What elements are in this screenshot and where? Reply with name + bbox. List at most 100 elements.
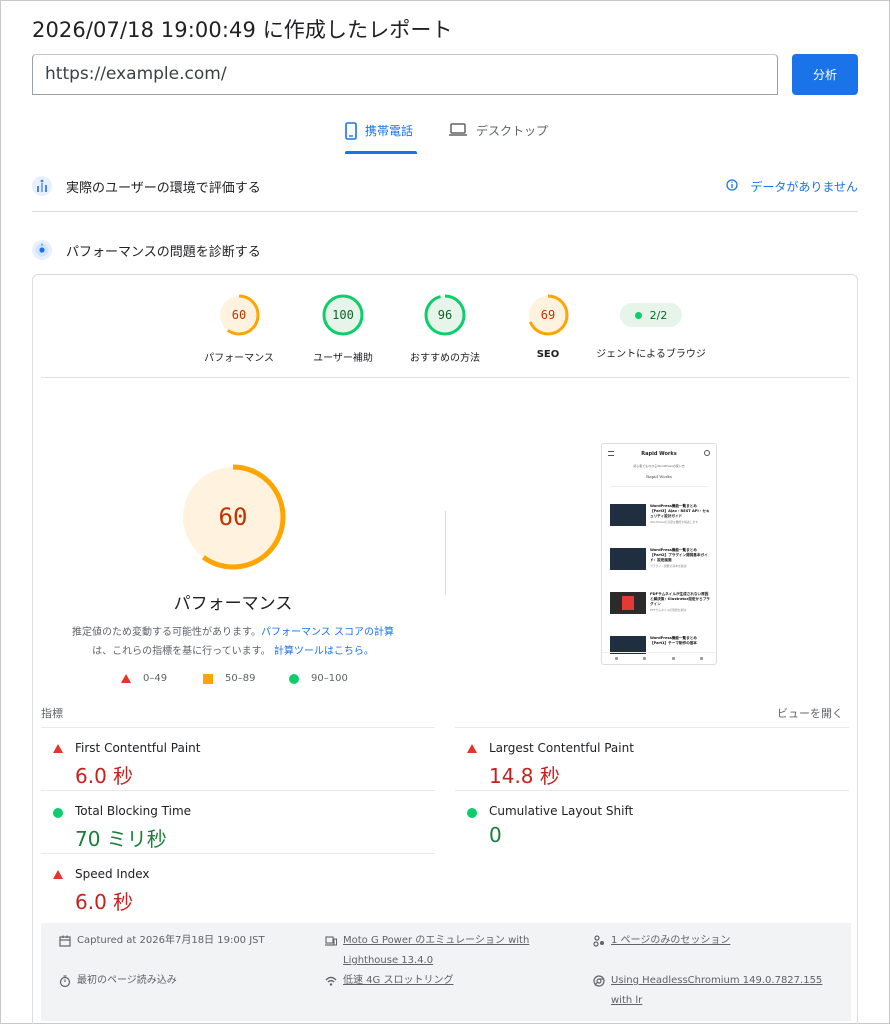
green-circle-icon (289, 673, 299, 684)
metrics-heading: 指標 (41, 707, 63, 720)
users-chart-icon (32, 176, 52, 196)
score-calculation-link[interactable]: パフォーマンス スコアの計算 (261, 627, 394, 638)
tab-mobile[interactable]: 携帯電話 (345, 118, 417, 154)
calendar-icon (59, 935, 71, 947)
legend-fail-range: 0–49 (143, 673, 168, 684)
metric-lcp-name: Largest Contentful Paint (489, 741, 634, 755)
field-data-title: 実際のユーザーの環境で評価する (66, 180, 261, 196)
browser-item[interactable]: Using HeadlessChromium 149.0.7827.155 wi… (593, 971, 843, 1011)
emulated-device-item[interactable]: Moto G Power のエミュレーション with Lighthouse 1… (325, 931, 555, 971)
red-triangle-icon (121, 674, 131, 683)
device-tabs: 携帯電話 デスクトップ (0, 118, 890, 154)
orange-square-icon (203, 673, 213, 684)
no-data-link[interactable]: データがありません (726, 178, 858, 195)
no-data-label: データがありません (750, 180, 858, 194)
url-input[interactable]: https://example.com/ (32, 54, 778, 95)
tab-mobile-label: 携帯電話 (365, 124, 414, 138)
post-thumbnail (610, 504, 646, 526)
metric-fcp-value: 6.0 秒 (75, 764, 134, 788)
legend-pass: 90–100 (289, 673, 348, 684)
gauge-performance-score: 60 (231, 308, 247, 322)
session-item[interactable]: 1 ページのみのセッション (593, 931, 843, 951)
gauge-performance[interactable]: 60 パフォーマンス (189, 293, 289, 364)
page-screenshot-thumbnail[interactable]: Rapid Works 初心者でもわかるWordPressの使い方 Rapid … (601, 443, 717, 665)
post-title: PDFサムネイルが生成されない原因と解決策：Illustrator設定からプラグ… (650, 592, 710, 606)
gauge-accessibility[interactable]: 100 ユーザー補助 (293, 293, 393, 364)
red-triangle-icon (53, 870, 63, 879)
lab-data-section: パフォーマンスの問題を診断する (32, 235, 858, 265)
screenshot-post: WordPress機能一覧まとめ【Part3】Ajax・REST API・セキュ… (610, 504, 710, 542)
gauge-accessibility-ring: 100 (321, 293, 365, 337)
smartphone-icon (345, 122, 357, 140)
emulated-device-text: Moto G Power のエミュレーション with Lighthouse 1… (343, 935, 530, 966)
gauge-best-practices-score: 96 (437, 308, 453, 322)
metric-si-name: Speed Index (75, 867, 150, 881)
gauge-accessibility-label: ユーザー補助 (313, 353, 373, 364)
red-triangle-icon (467, 744, 477, 753)
metric-tbt-name: Total Blocking Time (75, 804, 192, 818)
calculator-link[interactable]: 計算ツールはこちら。 (274, 646, 374, 657)
browser-text: Using HeadlessChromium 149.0.7827.155 wi… (611, 975, 823, 1006)
metric-tbt-value: 70 ミリ秒 (75, 827, 167, 851)
tab-desktop-label: デスクトップ (476, 124, 549, 138)
vertical-separator (445, 511, 446, 595)
gauge-best-practices[interactable]: 96 おすすめの方法 (395, 293, 495, 364)
laptop-icon (448, 122, 468, 138)
post-desc: プラグイン開発の基本を解説 (650, 564, 687, 568)
throttling-text: 低速 4G スロットリング (343, 975, 454, 986)
gauge-best-practices-label: おすすめの方法 (410, 353, 480, 364)
screenshot-post: PDFサムネイルが生成されない原因と解決策：Illustrator設定からプラグ… (610, 592, 710, 630)
performance-note-text2: は、これらの指標を基に行っています。 (92, 646, 271, 657)
page-title: 2026/07/18 19:00:49 に作成したレポート (32, 18, 453, 42)
post-title: WordPress機能一覧まとめ【Part2】プラグイン開発基本ガイド：設定画面 (650, 548, 708, 562)
gauge-agent-browsing-label: ジェントによるブラウジ (596, 349, 706, 360)
page-load-item: 最初のページ読み込み (59, 971, 299, 991)
red-triangle-icon (53, 744, 63, 753)
screenshot-post: WordPress機能一覧まとめ【Part2】プラグイン開発基本ガイド：設定画面… (610, 548, 710, 586)
lab-data-title: パフォーマンスの問題を診断する (66, 244, 261, 260)
expand-view-toggle[interactable]: ビューを開く (777, 705, 843, 721)
analyze-button[interactable]: 分析 (792, 54, 858, 95)
performance-note: 推定値のため変動する可能性があります。パフォーマンス スコアの計算 は、これらの… (63, 623, 403, 661)
gauge-seo[interactable]: 69 SEO (498, 293, 598, 360)
lighthouse-icon (32, 240, 52, 260)
card-divider (41, 377, 849, 378)
gauge-performance-label: パフォーマンス (204, 353, 274, 364)
score-legend: 0–49 50–89 90–100 (121, 673, 361, 689)
throttling-item[interactable]: 低速 4G スロットリング (325, 971, 555, 991)
wifi-icon (325, 975, 337, 987)
field-data-section: 実際のユーザーの環境で評価する データがありません (32, 171, 858, 201)
search-icon (704, 450, 710, 456)
performance-title: パフォーマンス (173, 594, 293, 614)
session-text: 1 ページのみのセッション (611, 935, 731, 946)
agent-browsing-pill: 2/2 (620, 303, 682, 327)
devices-icon (325, 935, 337, 947)
captured-at-item: Captured at 2026年7月18日 19:00 JST (59, 931, 299, 951)
timer-icon (59, 975, 71, 987)
post-thumbnail (610, 548, 646, 570)
agent-browsing-score: 2/2 (649, 308, 668, 322)
screenshot-site-name: Rapid Works (641, 451, 677, 457)
gauge-seo-ring: 69 (526, 293, 570, 337)
chrome-icon (593, 975, 605, 987)
legend-average: 50–89 (203, 673, 255, 684)
tab-desktop[interactable]: デスクトップ (448, 118, 558, 154)
metric-cls-name: Cumulative Layout Shift (489, 804, 634, 818)
session-icon (593, 935, 605, 947)
gauge-seo-score: 69 (540, 308, 556, 322)
gauge-best-practices-ring: 96 (423, 293, 467, 337)
gauge-seo-label: SEO (536, 349, 560, 360)
metric-cls: Cumulative Layout Shift 0 (455, 790, 849, 853)
green-circle-icon (53, 808, 63, 818)
performance-note-text1: 推定値のため変動する可能性があります。 (72, 627, 261, 638)
url-input-value: https://example.com/ (45, 64, 227, 84)
page-load-text: 最初のページ読み込み (77, 975, 177, 986)
screenshot-subtitle: 初心者でもわかるWordPressの使い方 (633, 464, 685, 468)
performance-big-score: 60 (218, 503, 248, 531)
category-gauges: 60 パフォーマンス 100 ユーザー補助 96 おすすめの方法 69 SEO (33, 293, 857, 379)
gauge-agent-browsing[interactable]: 2/2 ジェントによるブラウジ (596, 293, 706, 360)
post-thumbnail (610, 592, 646, 614)
post-title: WordPress機能一覧まとめ【Part1】テーマ制作の基本 (650, 636, 697, 645)
screenshot-bottom-nav (602, 652, 716, 664)
post-title: WordPress機能一覧まとめ【Part3】Ajax・REST API・セキュ… (650, 504, 710, 518)
